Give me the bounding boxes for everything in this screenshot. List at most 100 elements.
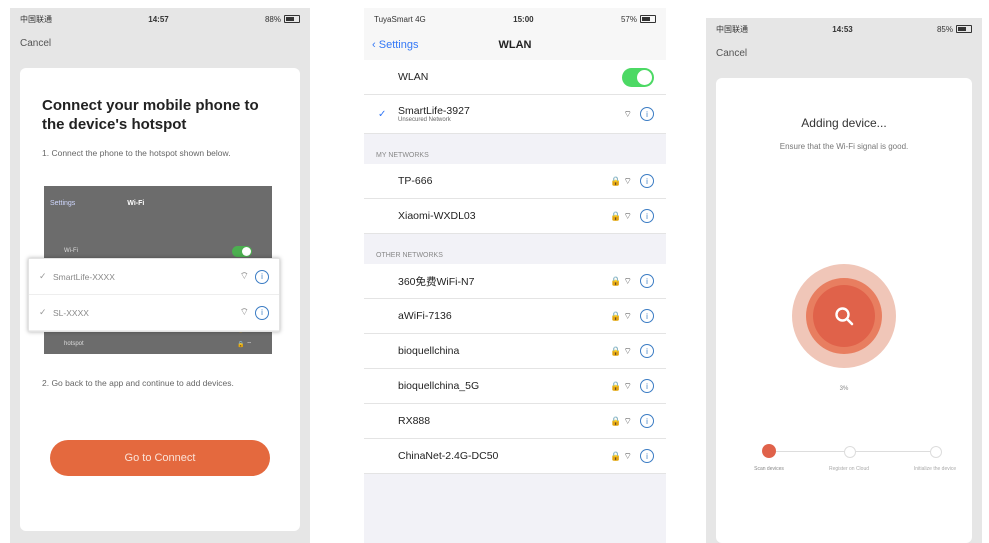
wlan-label: WLAN: [398, 71, 429, 83]
mini-status-bar: [44, 186, 272, 196]
info-icon[interactable]: i: [640, 174, 654, 188]
info-icon[interactable]: i: [640, 379, 654, 393]
mini-row-hotspot-label: hotspot: [64, 340, 84, 347]
status-bar: 中国联通 14:57 88%: [10, 8, 310, 30]
checkmark-icon: ✓: [378, 108, 387, 120]
wlan-toggle-row: WLAN: [364, 60, 666, 95]
network-name: Xiaomi-WXDL03: [398, 210, 476, 222]
battery-icon: [955, 25, 972, 33]
section-header-other-networks: OTHER NETWORKS: [364, 234, 666, 264]
mini-wifi-toggle: [232, 245, 252, 257]
back-label: Settings: [378, 39, 419, 51]
mini-row-hotspot: hotspot 🔒 ⌔: [64, 340, 252, 348]
step-label: Initialize the device: [913, 466, 957, 472]
wlan-toggle[interactable]: [622, 67, 654, 87]
wifi-icon: ⌔: [239, 271, 249, 282]
network-row[interactable]: ChinaNet-2.4G-DC50 🔒⌔ i: [364, 439, 666, 474]
step-label: Scan devices: [754, 466, 784, 472]
info-icon: i: [255, 305, 269, 320]
network-row[interactable]: aWiFi-7136 🔒⌔ i: [364, 299, 666, 334]
checkmark-icon: ✓: [39, 271, 47, 281]
step-dot: [844, 446, 856, 458]
clock: 14:53: [832, 24, 853, 34]
battery-text: 85%: [936, 24, 953, 34]
network-subtitle: Unsecured Network: [398, 117, 451, 123]
phone-hotspot-guide: 中国联通 14:57 88% Cancel Connect your mobil…: [10, 8, 310, 543]
info-icon[interactable]: i: [640, 449, 654, 463]
network-type: 4G: [415, 14, 426, 24]
info-icon[interactable]: i: [640, 344, 654, 358]
step-two-text: 2. Go back to the app and continue to ad…: [42, 378, 234, 388]
chevron-left-icon: ‹: [372, 39, 379, 51]
step-label: Register on Cloud: [828, 466, 870, 472]
go-to-connect-button[interactable]: Go to Connect: [50, 440, 270, 476]
mini-wifi-row: Wi-Fi: [44, 244, 272, 258]
lock-wifi-icon: 🔒⌔: [610, 275, 634, 286]
carrier: TuyaSmart: [374, 14, 413, 24]
network-row[interactable]: 360免费WiFi-N7 🔒⌔ i: [364, 264, 666, 299]
network-row[interactable]: RX888 🔒⌔ i: [364, 404, 666, 439]
mini-wifi-label: Wi-Fi: [64, 248, 78, 254]
connected-network-row[interactable]: ✓ SmartLife-3927 Unsecured Network ⌔ i: [364, 95, 666, 134]
wifi-icon: ⌔: [239, 307, 249, 318]
info-icon[interactable]: i: [640, 309, 654, 323]
progress-card: Adding device... Ensure that the Wi-Fi s…: [716, 78, 972, 543]
search-icon: [813, 285, 875, 347]
wifi-icon: ⌔: [623, 108, 634, 119]
cancel-button[interactable]: Cancel: [706, 40, 982, 67]
info-icon[interactable]: i: [640, 107, 654, 121]
network-row[interactable]: bioquellchina 🔒⌔ i: [364, 334, 666, 369]
nav-bar: ‹ Settings WLAN: [364, 30, 666, 60]
status-bar: 中国联通 14:53 85%: [706, 18, 982, 40]
network-name: SmartLife-XXXX: [53, 271, 115, 282]
clock: 15:00: [513, 14, 534, 24]
hotspot-network-item: ✓ SmartLife-XXXX ⌔ i: [29, 259, 279, 295]
info-icon[interactable]: i: [640, 209, 654, 223]
step-one-text: 1. Connect the phone to the hotspot show…: [42, 148, 231, 158]
network-row[interactable]: Xiaomi-WXDL03 🔒⌔ i: [364, 199, 666, 234]
mini-title: Wi-Fi: [127, 199, 145, 207]
lock-wifi-icon: 🔒⌔: [610, 210, 634, 221]
network-name: bioquellchina_5G: [398, 380, 480, 392]
carrier: 中国联通: [20, 14, 52, 24]
lock-wifi-icon: 🔒⌔: [610, 450, 634, 461]
lock-wifi-icon: 🔒⌔: [610, 310, 634, 321]
battery-text: 57%: [620, 14, 637, 24]
phone-adding-device: 中国联通 14:53 85% Cancel Adding device... E…: [706, 18, 982, 543]
info-icon: i: [255, 269, 269, 284]
battery-icon: [640, 15, 656, 23]
mini-nav: Settings Wi-Fi: [44, 196, 272, 210]
carrier: 中国联通: [716, 24, 748, 34]
battery-text: 88%: [264, 14, 281, 24]
network-name: 360免费WiFi-N7: [398, 275, 475, 288]
cancel-button[interactable]: Cancel: [10, 30, 310, 57]
network-row[interactable]: bioquellchina_5G 🔒⌔ i: [364, 369, 666, 404]
hotspot-network-list: ✓ SmartLife-XXXX ⌔ i ✓ SL-XXXX ⌔ i: [28, 258, 280, 332]
wlan-group: WLAN ✓ SmartLife-3927 Unsecured Network ⌔…: [364, 60, 666, 134]
mini-back-link: Settings: [50, 199, 76, 207]
step-dot: [930, 446, 942, 458]
lock-wifi-icon: 🔒⌔: [610, 345, 634, 356]
page-title: Connect your mobile phone to the device'…: [42, 97, 259, 133]
network-name: aWiFi-7136: [398, 310, 452, 322]
wifi-hint: Ensure that the Wi-Fi signal is good.: [779, 142, 909, 151]
back-button[interactable]: ‹ Settings: [364, 39, 418, 51]
lock-wifi-icon: 🔒⌔: [610, 175, 634, 186]
section-header-my-networks: MY NETWORKS: [364, 134, 666, 164]
clock: 14:57: [148, 14, 169, 24]
lock-wifi-icon: 🔒⌔: [610, 415, 634, 426]
hotspot-network-item: ✓ SL-XXXX ⌔ i: [29, 295, 279, 331]
progress-percent: 3%: [839, 386, 849, 392]
network-name: RX888: [398, 415, 431, 427]
info-icon[interactable]: i: [640, 414, 654, 428]
network-name: SmartLife-3927: [398, 105, 470, 117]
lock-wifi-icon: 🔒⌔: [610, 380, 634, 391]
battery-icon: [283, 15, 300, 23]
network-name: TP-666: [398, 175, 433, 187]
status-bar: TuyaSmart 4G 15:00 57%: [364, 8, 666, 30]
info-icon[interactable]: i: [640, 274, 654, 288]
step-dot-active: [762, 444, 776, 458]
network-row[interactable]: TP-666 🔒⌔ i: [364, 164, 666, 199]
network-name: bioquellchina: [398, 345, 460, 357]
phone-wlan-settings: TuyaSmart 4G 15:00 57% ‹ Settings WLAN W…: [364, 8, 666, 543]
